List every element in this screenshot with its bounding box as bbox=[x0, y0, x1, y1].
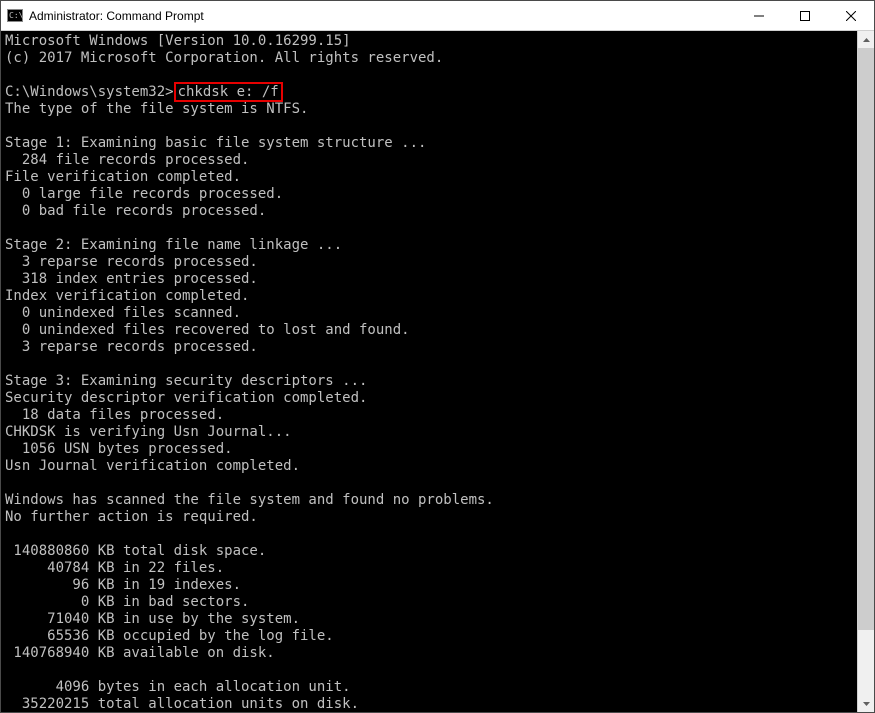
command-highlight: chkdsk e: /f bbox=[174, 82, 283, 102]
close-button[interactable] bbox=[828, 1, 874, 30]
scroll-up-button[interactable] bbox=[858, 31, 874, 48]
output-line: 3 reparse records processed. bbox=[5, 339, 258, 355]
window-title: Administrator: Command Prompt bbox=[29, 9, 736, 23]
window-controls bbox=[736, 1, 874, 30]
output-line: 1056 USN bytes processed. bbox=[5, 441, 233, 457]
output-line: 0 unindexed files scanned. bbox=[5, 305, 241, 321]
output-line: Windows has scanned the file system and … bbox=[5, 492, 494, 508]
output-line: The type of the file system is NTFS. bbox=[5, 101, 308, 117]
output-line: 0 large file records processed. bbox=[5, 186, 283, 202]
titlebar[interactable]: C:\ Administrator: Command Prompt bbox=[1, 1, 874, 31]
output-line: 65536 KB occupied by the log file. bbox=[5, 628, 334, 644]
output-line: 0 bad file records processed. bbox=[5, 203, 266, 219]
output-line: Security descriptor verification complet… bbox=[5, 390, 367, 406]
output-line: Index verification completed. bbox=[5, 288, 249, 304]
output-line: 140768940 KB available on disk. bbox=[5, 645, 275, 661]
output-line: 140880860 KB total disk space. bbox=[5, 543, 266, 559]
output-line: 0 unindexed files recovered to lost and … bbox=[5, 322, 410, 338]
output-line: 18 data files processed. bbox=[5, 407, 224, 423]
maximize-button[interactable] bbox=[782, 1, 828, 30]
scrollbar-track[interactable] bbox=[858, 48, 874, 695]
terminal-output[interactable]: Microsoft Windows [Version 10.0.16299.15… bbox=[1, 31, 857, 712]
output-line: 71040 KB in use by the system. bbox=[5, 611, 300, 627]
output-line: File verification completed. bbox=[5, 169, 241, 185]
output-line: Usn Journal verification completed. bbox=[5, 458, 300, 474]
minimize-button[interactable] bbox=[736, 1, 782, 30]
header-line: (c) 2017 Microsoft Corporation. All righ… bbox=[5, 50, 443, 66]
output-line: CHKDSK is verifying Usn Journal... bbox=[5, 424, 292, 440]
command-prompt-window: C:\ Administrator: Command Prompt Micros… bbox=[0, 0, 875, 713]
output-line: 96 KB in 19 indexes. bbox=[5, 577, 241, 593]
output-line: 4096 bytes in each allocation unit. bbox=[5, 679, 351, 695]
prompt-line: C:\Windows\system32>chkdsk e: /f bbox=[5, 82, 283, 102]
cmd-icon: C:\ bbox=[7, 8, 23, 24]
vertical-scrollbar[interactable] bbox=[857, 31, 874, 712]
output-line: 0 KB in bad sectors. bbox=[5, 594, 249, 610]
output-line: 318 index entries processed. bbox=[5, 271, 258, 287]
prompt-path: C:\Windows\system32> bbox=[5, 84, 174, 100]
output-line: Stage 2: Examining file name linkage ... bbox=[5, 237, 342, 253]
output-line: Stage 3: Examining security descriptors … bbox=[5, 373, 367, 389]
header-line: Microsoft Windows [Version 10.0.16299.15… bbox=[5, 33, 351, 49]
output-line: 3 reparse records processed. bbox=[5, 254, 258, 270]
output-line: 35220215 total allocation units on disk. bbox=[5, 696, 359, 712]
output-line: No further action is required. bbox=[5, 509, 258, 525]
scroll-down-button[interactable] bbox=[858, 695, 874, 712]
output-line: Stage 1: Examining basic file system str… bbox=[5, 135, 426, 151]
output-line: 284 file records processed. bbox=[5, 152, 249, 168]
scrollbar-thumb[interactable] bbox=[858, 48, 874, 630]
client-area: Microsoft Windows [Version 10.0.16299.15… bbox=[1, 31, 874, 712]
output-line: 40784 KB in 22 files. bbox=[5, 560, 224, 576]
svg-text:C:\: C:\ bbox=[9, 11, 23, 20]
